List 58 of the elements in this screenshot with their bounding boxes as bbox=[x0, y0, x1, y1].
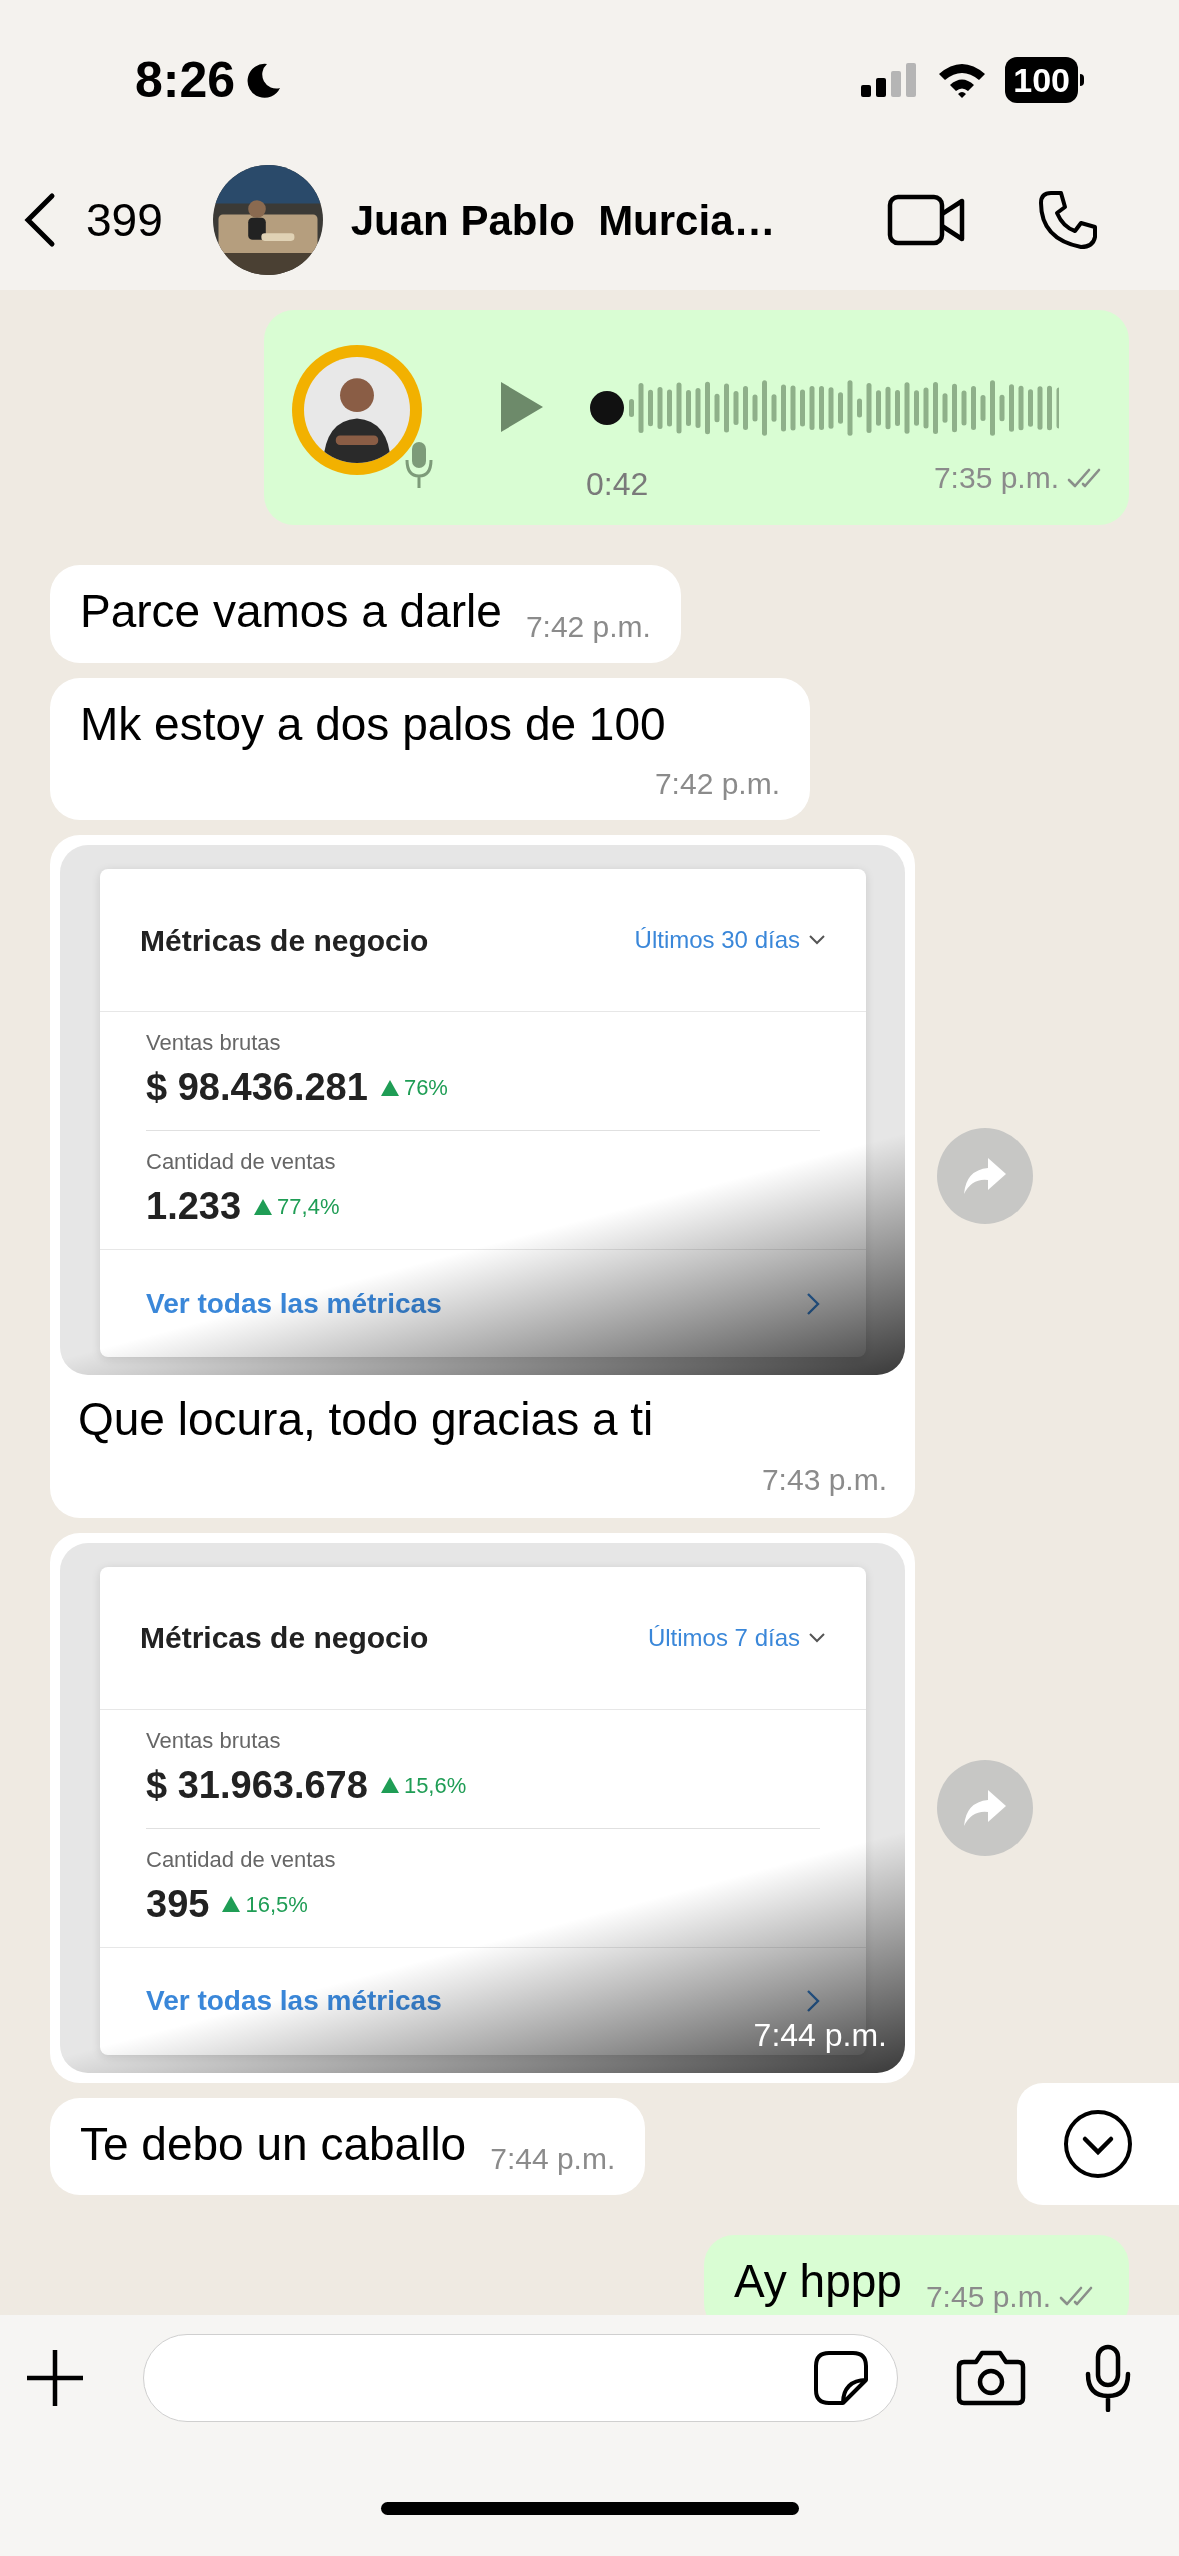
message-time: 7:45 p.m. bbox=[925, 2278, 1051, 2315]
metric-label: Ventas brutas bbox=[146, 1726, 282, 1755]
message-time: 7:35 p.m. bbox=[933, 460, 1059, 496]
battery-indicator: 100 bbox=[1005, 57, 1078, 103]
clock-time: 8:26 bbox=[135, 50, 236, 110]
period-selector[interactable]: Últimos 30 días bbox=[634, 922, 826, 958]
image-message[interactable]: Métricas de negocio Últimos 30 días Ventas brutas $ 98.436.281 76% Cantidad de ventas 1.233 77,4% Ver todas las métricas Que locura, todo gracias a ti 7:43 p.m. bbox=[50, 835, 915, 1518]
voice-message[interactable]: 0:42 7:35 p.m. bbox=[264, 310, 1129, 525]
metric-label: Ventas brutas bbox=[146, 1029, 282, 1057]
chevron-down-icon bbox=[808, 934, 826, 946]
metric-value: $ 31.963.678 bbox=[146, 1762, 368, 1808]
up-triangle-icon bbox=[379, 1078, 400, 1097]
metric-value: 395 bbox=[146, 1881, 210, 1927]
metric-label: Cantidad de ventas bbox=[146, 1845, 337, 1874]
plus-icon[interactable] bbox=[25, 2347, 85, 2408]
metric-value: $ 98.436.281 bbox=[146, 1065, 368, 1110]
wifi-icon bbox=[937, 62, 988, 98]
metric-change: 77,4% bbox=[277, 1193, 340, 1221]
forward-arrow-icon bbox=[962, 1787, 1008, 1828]
metric-change: 76% bbox=[403, 1074, 448, 1102]
image-caption: Que locura, todo gracias a ti bbox=[78, 1392, 654, 1447]
message-time: 7:42 p.m. bbox=[525, 608, 651, 645]
message-time: 7:43 p.m. bbox=[761, 1461, 887, 1498]
scroll-down-button[interactable] bbox=[1017, 2083, 1179, 2205]
up-triangle-icon bbox=[221, 1895, 242, 1913]
image-message[interactable]: Métricas de negocio Últimos 7 días Ventas brutas $ 31.963.678 15,6% Cantidad de ventas 395 16,5% Ver todas las métricas 7:44 p.m. bbox=[50, 1532, 915, 2083]
metric-value: 1.233 bbox=[146, 1184, 242, 1229]
card-title: Métricas de negocio bbox=[140, 922, 429, 959]
chevron-right-icon bbox=[806, 1291, 820, 1316]
message-time: 7:42 p.m. bbox=[654, 766, 780, 802]
metric-change: 16,5% bbox=[245, 1890, 308, 1919]
message-text: Mk estoy a dos palos de 100 bbox=[80, 696, 666, 752]
up-triangle-icon bbox=[253, 1197, 274, 1216]
message-text: Ay hppp bbox=[733, 2254, 902, 2309]
phone-icon[interactable] bbox=[1037, 189, 1099, 251]
message-text: Parce vamos a darle bbox=[80, 584, 502, 639]
camera-icon[interactable] bbox=[956, 2349, 1026, 2406]
contact-name[interactable]: Juan Pablo Murcia… bbox=[350, 188, 776, 252]
back-button[interactable]: 399 bbox=[22, 185, 163, 255]
sticker-icon[interactable] bbox=[813, 2349, 869, 2406]
metrics-link[interactable]: Ver todas las métricas bbox=[146, 1980, 442, 2022]
video-call-icon[interactable] bbox=[887, 194, 965, 246]
microphone-icon[interactable] bbox=[1084, 2343, 1132, 2412]
up-triangle-icon bbox=[379, 1776, 400, 1794]
message-text: Te debo un caballo bbox=[80, 2116, 467, 2172]
message-time: 7:44 p.m. bbox=[490, 2141, 616, 2177]
metric-change: 15,6% bbox=[403, 1771, 467, 1800]
chevron-down-icon bbox=[808, 1631, 826, 1644]
chevron-right-icon bbox=[806, 1989, 820, 2013]
voice-duration: 0:42 bbox=[586, 465, 649, 504]
metrics-link[interactable]: Ver todas las métricas bbox=[146, 1282, 442, 1325]
period-selector[interactable]: Últimos 7 días bbox=[647, 1619, 826, 1656]
metric-label: Cantidad de ventas bbox=[146, 1148, 337, 1176]
card-title: Métricas de negocio bbox=[140, 1620, 429, 1656]
microphone-icon bbox=[404, 440, 434, 490]
chevron-circle-icon bbox=[1063, 2109, 1133, 2179]
play-icon[interactable] bbox=[499, 380, 545, 434]
message-time: 7:44 p.m. bbox=[753, 2015, 887, 2055]
